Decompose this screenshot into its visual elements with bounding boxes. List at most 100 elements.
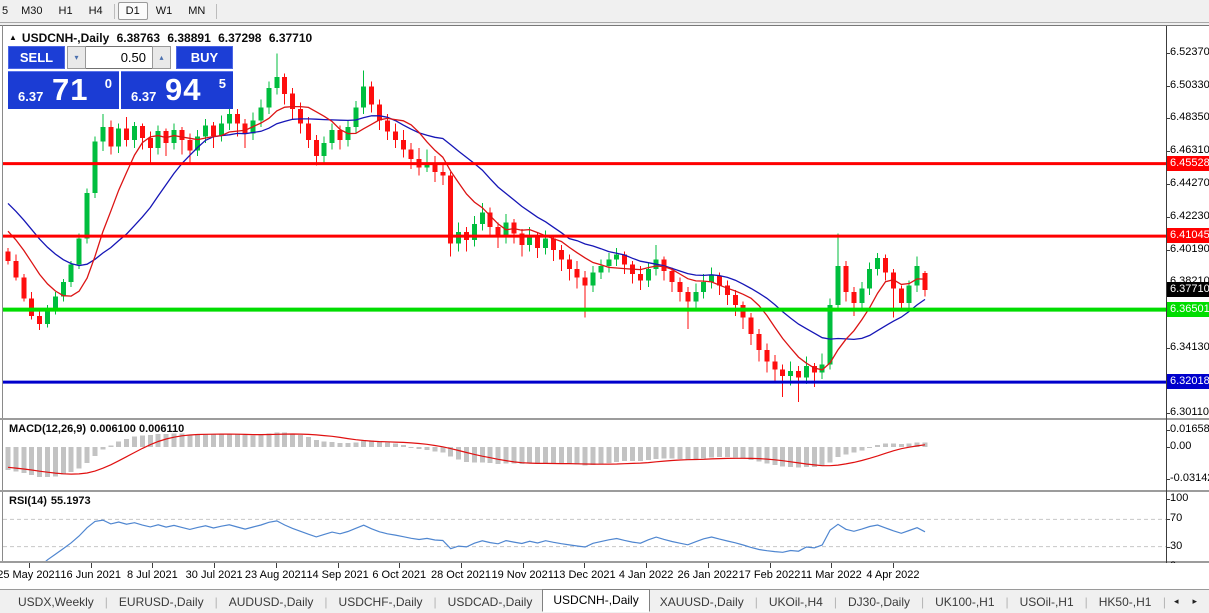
- tab-UKOil-,H4[interactable]: UKOil-,H4: [759, 592, 833, 612]
- date-label: 13 Dec 2021: [553, 569, 615, 581]
- date-label: 6 Oct 2021: [372, 569, 426, 581]
- buy-button[interactable]: BUY: [176, 46, 233, 69]
- current-price-label-6.37710: 6.37710: [1167, 282, 1209, 297]
- price-axis-label: 6.46310: [1170, 144, 1209, 156]
- rsi-value: 55.1973: [51, 495, 91, 507]
- price-axis-label: 6.42230: [1170, 210, 1209, 222]
- toolbar-item-MN[interactable]: MN: [180, 2, 213, 20]
- date-label: 28 Oct 2021: [431, 569, 491, 581]
- volume-input[interactable]: 0.50: [86, 46, 152, 69]
- date-label: 14 Sep 2021: [306, 569, 368, 581]
- level-price-label-6.45528: 6.45528: [1167, 156, 1209, 171]
- pane-separator[interactable]: [0, 418, 1209, 420]
- timeframe-toolbar: 5M30H1H4 D1W1MN: [0, 0, 1209, 23]
- date-tick: [770, 563, 771, 568]
- title-symbol: USDCNH-,Daily: [22, 31, 109, 45]
- date-tick: [831, 563, 832, 568]
- tab-scroll-left-icon[interactable]: ◂: [1167, 594, 1186, 609]
- price-axis-label: 6.50330: [1170, 79, 1209, 91]
- tab-USDCNH-,Daily[interactable]: USDCNH-,Daily: [542, 589, 649, 612]
- macd-values: 0.006100 0.006110: [90, 423, 184, 435]
- one-click-trade-panel: SELL ▾ 0.50 ▴ BUY 6.37 71 0 6.37 94 5: [8, 46, 233, 109]
- chart-tab-bar: USDX,Weekly|EURUSD-,Daily|AUDUSD-,Daily|…: [0, 589, 1209, 613]
- tab-DJ30-,Daily[interactable]: DJ30-,Daily: [838, 592, 920, 612]
- title-low: 6.37298: [218, 31, 261, 45]
- buy-price-prefix: 6.37: [131, 89, 156, 104]
- macd-axis-label: -0.031421: [1170, 472, 1209, 484]
- tab-AUDUSD-,Daily[interactable]: AUDUSD-,Daily: [219, 592, 324, 612]
- tab-USDCAD-,Daily[interactable]: USDCAD-,Daily: [438, 592, 543, 612]
- sell-price-prefix: 6.37: [18, 89, 43, 104]
- date-label: 17 Feb 2022: [739, 569, 801, 581]
- date-tick: [399, 563, 400, 568]
- toolbar-item-D1[interactable]: D1: [118, 2, 148, 20]
- date-tick: [584, 563, 585, 568]
- tab-USDX,Weekly[interactable]: USDX,Weekly: [8, 592, 104, 612]
- spin-up-icon: ▴: [159, 53, 163, 62]
- spin-down-icon: ▾: [74, 53, 78, 62]
- collapse-triangle-icon[interactable]: ▲: [9, 33, 17, 42]
- macd-axis-label: 0.00: [1170, 440, 1191, 452]
- level-price-label-6.32018: 6.32018: [1167, 374, 1209, 389]
- tab-XAUUSD-,Daily[interactable]: XAUUSD-,Daily: [650, 592, 754, 612]
- toolbar-separator: [114, 4, 115, 19]
- tab-UK100-,H1[interactable]: UK100-,H1: [925, 592, 1004, 612]
- tab-HK50-,H1[interactable]: HK50-,H1: [1089, 592, 1162, 612]
- macd-label: MACD(12,26,9) 0.006100 0.006110: [9, 423, 188, 435]
- macd-histogram: [6, 432, 928, 477]
- buy-price-box[interactable]: 6.37 94 5: [121, 71, 233, 109]
- date-tick: [646, 563, 647, 568]
- sell-button[interactable]: SELL: [8, 46, 65, 69]
- tab-USDCHF-,Daily[interactable]: USDCHF-,Daily: [329, 592, 433, 612]
- date-tick: [91, 563, 92, 568]
- date-tick: [29, 563, 30, 568]
- date-label: 26 Jan 2022: [678, 569, 739, 581]
- date-label: 4 Apr 2022: [866, 569, 919, 581]
- toolbar-item-H4[interactable]: H4: [81, 2, 111, 20]
- rsi-pane[interactable]: [0, 492, 1209, 561]
- date-tick: [893, 563, 894, 568]
- date-label: 4 Jan 2022: [619, 569, 673, 581]
- date-tick: [461, 563, 462, 568]
- rsi-name: RSI(14): [9, 495, 47, 507]
- rsi-axis-label: 70: [1170, 512, 1182, 524]
- date-label: 19 Nov 2021: [491, 569, 553, 581]
- price-axis-label: 6.30110: [1170, 406, 1209, 418]
- tab-scroll-right-icon[interactable]: ▸: [1185, 594, 1204, 609]
- rsi-line: [8, 520, 925, 561]
- date-axis[interactable]: 25 May 202116 Jun 20218 Jul 202130 Jul 2…: [0, 563, 1209, 589]
- date-label: 23 Aug 2021: [245, 569, 307, 581]
- pane-separator[interactable]: [0, 490, 1209, 492]
- price-axis-label: 6.40190: [1170, 243, 1209, 255]
- title-open: 6.38763: [117, 31, 160, 45]
- volume-decrease-button[interactable]: ▾: [67, 46, 86, 69]
- tab-EURUSD-,Daily[interactable]: EURUSD-,Daily: [109, 592, 214, 612]
- date-tick: [214, 563, 215, 568]
- rsi-axis-label: 30: [1170, 540, 1182, 552]
- date-label: 11 Mar 2022: [801, 569, 862, 581]
- price-axis-label: 6.34130: [1170, 341, 1209, 353]
- date-tick: [276, 563, 277, 568]
- volume-increase-button[interactable]: ▴: [152, 46, 171, 69]
- toolbar-separator: [216, 4, 217, 19]
- mt4-window: 5M30H1H4 D1W1MN ▲ USDCNH-,Daily 6.38763 6.…: [0, 0, 1209, 613]
- price-axis-label: 6.48350: [1170, 111, 1209, 123]
- volume-stepper: ▾ 0.50 ▴: [67, 46, 171, 69]
- toolbar-item-5[interactable]: 5: [0, 2, 13, 20]
- rsi-axis-label: 100: [1170, 492, 1188, 504]
- title-high: 6.38891: [167, 31, 210, 45]
- date-label: 25 May 2021: [0, 569, 61, 581]
- date-tick: [338, 563, 339, 568]
- sell-price-box[interactable]: 6.37 71 0: [8, 71, 119, 109]
- macd-axis-label: 0.016586: [1170, 423, 1209, 435]
- date-label: 30 Jul 2021: [186, 569, 243, 581]
- date-label: 16 Jun 2021: [60, 569, 121, 581]
- buy-price-big: 94: [165, 72, 201, 108]
- tab-USOil-,H1[interactable]: USOil-,H1: [1010, 592, 1084, 612]
- toolbar-item-M30[interactable]: M30: [13, 2, 50, 20]
- level-price-label-6.36501: 6.36501: [1167, 302, 1209, 317]
- chart-title: ▲USDCNH-,Daily 6.38763 6.38891 6.37298 6…: [9, 31, 316, 45]
- macd-name: MACD(12,26,9): [9, 423, 86, 435]
- toolbar-item-H1[interactable]: H1: [51, 2, 81, 20]
- toolbar-item-W1[interactable]: W1: [148, 2, 181, 20]
